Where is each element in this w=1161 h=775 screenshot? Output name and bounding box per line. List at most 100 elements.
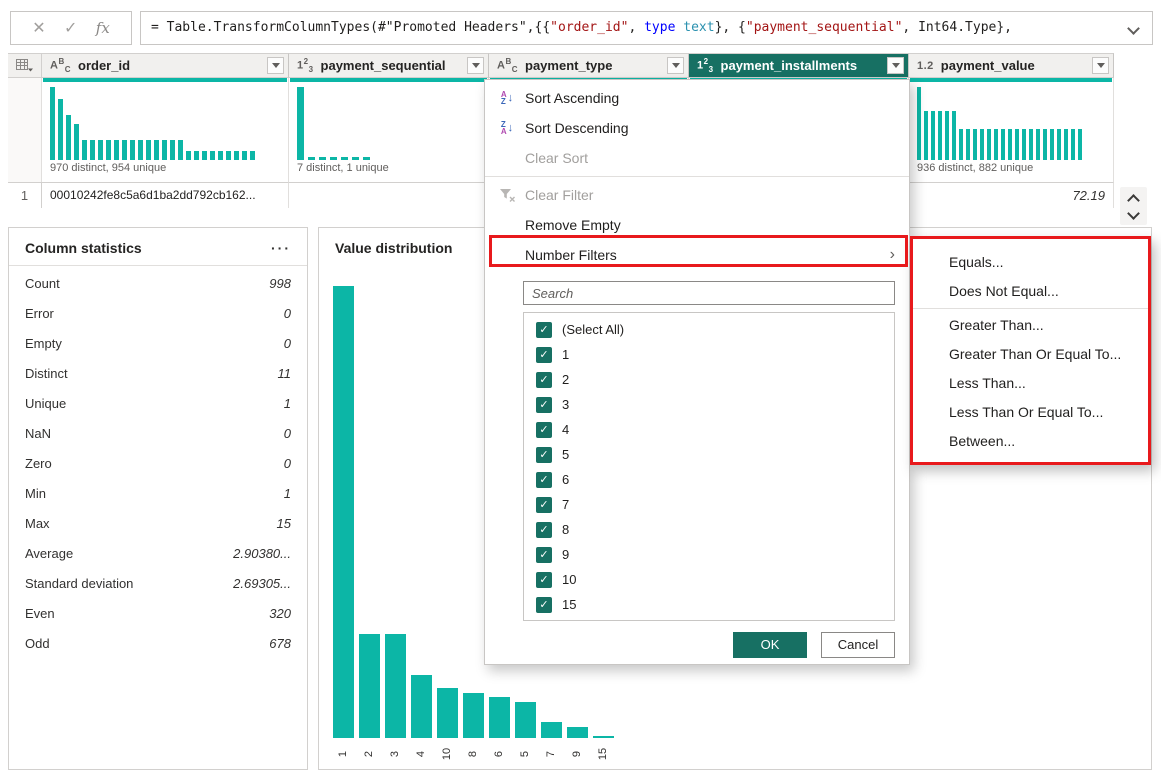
stat-label: NaN xyxy=(25,425,52,441)
histogram-bar xyxy=(1029,129,1033,160)
filter-value-row-1[interactable]: ✓ 1 xyxy=(524,342,894,367)
filter-value-row-15[interactable]: ✓ 15 xyxy=(524,592,894,617)
histogram-bar xyxy=(917,87,921,160)
filter-value-row-10[interactable]: ✓ 10 xyxy=(524,567,894,592)
checkbox-checked-icon[interactable]: ✓ xyxy=(536,496,552,513)
histogram-bar xyxy=(74,124,79,160)
stat-value: 2.90380... xyxy=(233,545,291,561)
grid-scrollbar[interactable] xyxy=(1120,187,1147,225)
submenu-item-less-than[interactable]: Less Than... xyxy=(913,369,1148,398)
checkbox-checked-icon[interactable]: ✓ xyxy=(536,371,552,388)
submenu-item-between[interactable]: Between... xyxy=(913,427,1148,456)
column-header-order_id[interactable]: ABC order_id xyxy=(42,53,289,78)
filter-value-row-select-all[interactable]: ✓ (Select All) xyxy=(524,317,894,342)
checkbox-checked-icon[interactable]: ✓ xyxy=(536,421,552,438)
column-name: order_id xyxy=(78,58,131,73)
row1-cell-payment_value[interactable]: 72.19 xyxy=(909,182,1114,208)
checkbox-checked-icon[interactable]: ✓ xyxy=(536,346,552,363)
menu-item-label: Remove Empty xyxy=(525,217,621,233)
stat-label: Count xyxy=(25,275,60,291)
cancel-icon[interactable]: ✕ xyxy=(32,18,45,38)
stat-value: 320 xyxy=(269,605,291,621)
column-header-payment_installments[interactable]: 123 payment_installments xyxy=(689,53,909,78)
filter-value-label: 7 xyxy=(562,497,570,512)
filter-value-row-9[interactable]: ✓ 9 xyxy=(524,542,894,567)
checkbox-checked-icon[interactable]: ✓ xyxy=(536,321,552,338)
checkbox-checked-icon[interactable]: ✓ xyxy=(536,471,552,488)
column-header-payment_value[interactable]: 1.2 payment_value xyxy=(909,53,1114,78)
menu-item-sort-descending[interactable]: Z A ↓ Sort Descending xyxy=(485,113,909,143)
stat-label: Unique xyxy=(25,395,67,411)
menu-item-number-filters[interactable]: Number Filters › xyxy=(485,240,909,270)
scroll-down-icon[interactable] xyxy=(1127,207,1140,220)
submenu-item-does-not-equal[interactable]: Does Not Equal... xyxy=(913,277,1148,306)
filter-value-row-8[interactable]: ✓ 8 xyxy=(524,517,894,542)
filter-value-row-3[interactable]: ✓ 3 xyxy=(524,392,894,417)
filter-value-row-7[interactable]: ✓ 7 xyxy=(524,492,894,517)
ok-button[interactable]: OK xyxy=(733,632,807,658)
column-statistics-panel: Column statistics ··· Count 998 Error 0 Empt… xyxy=(8,227,308,770)
chart-x-label: 2 xyxy=(363,750,376,758)
filter-value-label: 1 xyxy=(562,347,570,362)
cancel-button[interactable]: Cancel xyxy=(821,632,895,658)
checkbox-checked-icon[interactable]: ✓ xyxy=(536,521,552,538)
checkbox-checked-icon[interactable]: ✓ xyxy=(536,596,552,613)
histogram-bar xyxy=(952,111,956,160)
column-type-icon: 123 xyxy=(697,57,714,74)
histogram-bar xyxy=(90,140,95,160)
column-header-payment_type[interactable]: ABC payment_type xyxy=(489,53,689,78)
checkbox-checked-icon[interactable]: ✓ xyxy=(536,446,552,463)
search-input[interactable] xyxy=(523,281,895,305)
column-filter-dropdown[interactable] xyxy=(1092,57,1109,74)
formula-expand-chevron-icon[interactable] xyxy=(1127,22,1140,35)
column-histogram xyxy=(909,83,1114,161)
column-filter-dropdown[interactable] xyxy=(667,57,684,74)
submenu-arrow-icon: › xyxy=(889,246,895,263)
checkbox-checked-icon[interactable]: ✓ xyxy=(536,546,552,563)
overflow-menu-icon[interactable]: ··· xyxy=(271,241,291,255)
submenu-item-less-than-or-equal-to[interactable]: Less Than Or Equal To... xyxy=(913,398,1148,427)
menu-separator xyxy=(485,176,909,177)
check-icon[interactable]: ✓ xyxy=(64,18,77,38)
checkbox-checked-icon[interactable]: ✓ xyxy=(536,571,552,588)
histogram-bar xyxy=(202,151,207,160)
menu-item-sort-ascending[interactable]: A Z ↓ Sort Ascending xyxy=(485,83,909,113)
chart-bar xyxy=(437,688,458,738)
histogram-bar xyxy=(106,140,111,160)
filter-value-row-6[interactable]: ✓ 6 xyxy=(524,467,894,492)
histogram-bar xyxy=(319,157,326,160)
column-filter-dropdown[interactable] xyxy=(267,57,284,74)
fx-icon[interactable]: fx xyxy=(96,19,110,37)
column-header-payment_sequential[interactable]: 123 payment_sequential xyxy=(289,53,489,78)
row-number[interactable]: 1 xyxy=(8,182,42,208)
submenu-item-greater-than-or-equal-to[interactable]: Greater Than Or Equal To... xyxy=(913,340,1148,369)
column-filter-dropdown[interactable] xyxy=(887,57,904,74)
histogram-bar xyxy=(186,151,191,160)
row1-cell-order_id[interactable]: 00010242fe8c5a6d1ba2dd792cb162... xyxy=(42,182,289,208)
row1-cell-payment_sequential[interactable] xyxy=(289,182,489,208)
table-corner-button[interactable] xyxy=(8,53,42,78)
menu-item-remove-empty[interactable]: Remove Empty xyxy=(485,210,909,240)
formula-token: type xyxy=(644,20,676,35)
filter-value-row-5[interactable]: ✓ 5 xyxy=(524,442,894,467)
histogram-bar xyxy=(194,151,199,160)
submenu-item-equals[interactable]: Equals... xyxy=(913,248,1148,277)
column-name: payment_value xyxy=(940,58,1035,73)
chart-bar xyxy=(385,634,406,738)
histogram-bar xyxy=(966,129,970,160)
histogram-bar xyxy=(146,140,151,160)
formula-bar-actions: ✕ ✓ fx xyxy=(10,11,132,45)
stat-label: Zero xyxy=(25,455,52,471)
filter-value-row-2[interactable]: ✓ 2 xyxy=(524,367,894,392)
checkbox-checked-icon[interactable]: ✓ xyxy=(536,396,552,413)
formula-input[interactable]: = Table.TransformColumnTypes(#"Promoted … xyxy=(140,11,1153,45)
stat-row-average: Average 2.90380... xyxy=(25,538,291,568)
stat-label: Even xyxy=(25,605,55,621)
submenu-item-greater-than[interactable]: Greater Than... xyxy=(913,311,1148,340)
column-type-icon: 1.2 xyxy=(917,59,934,72)
column-name: payment_installments xyxy=(720,58,858,73)
histogram-bar xyxy=(122,140,127,160)
scroll-up-icon[interactable] xyxy=(1127,194,1140,207)
filter-value-row-4[interactable]: ✓ 4 xyxy=(524,417,894,442)
column-filter-dropdown[interactable] xyxy=(467,57,484,74)
